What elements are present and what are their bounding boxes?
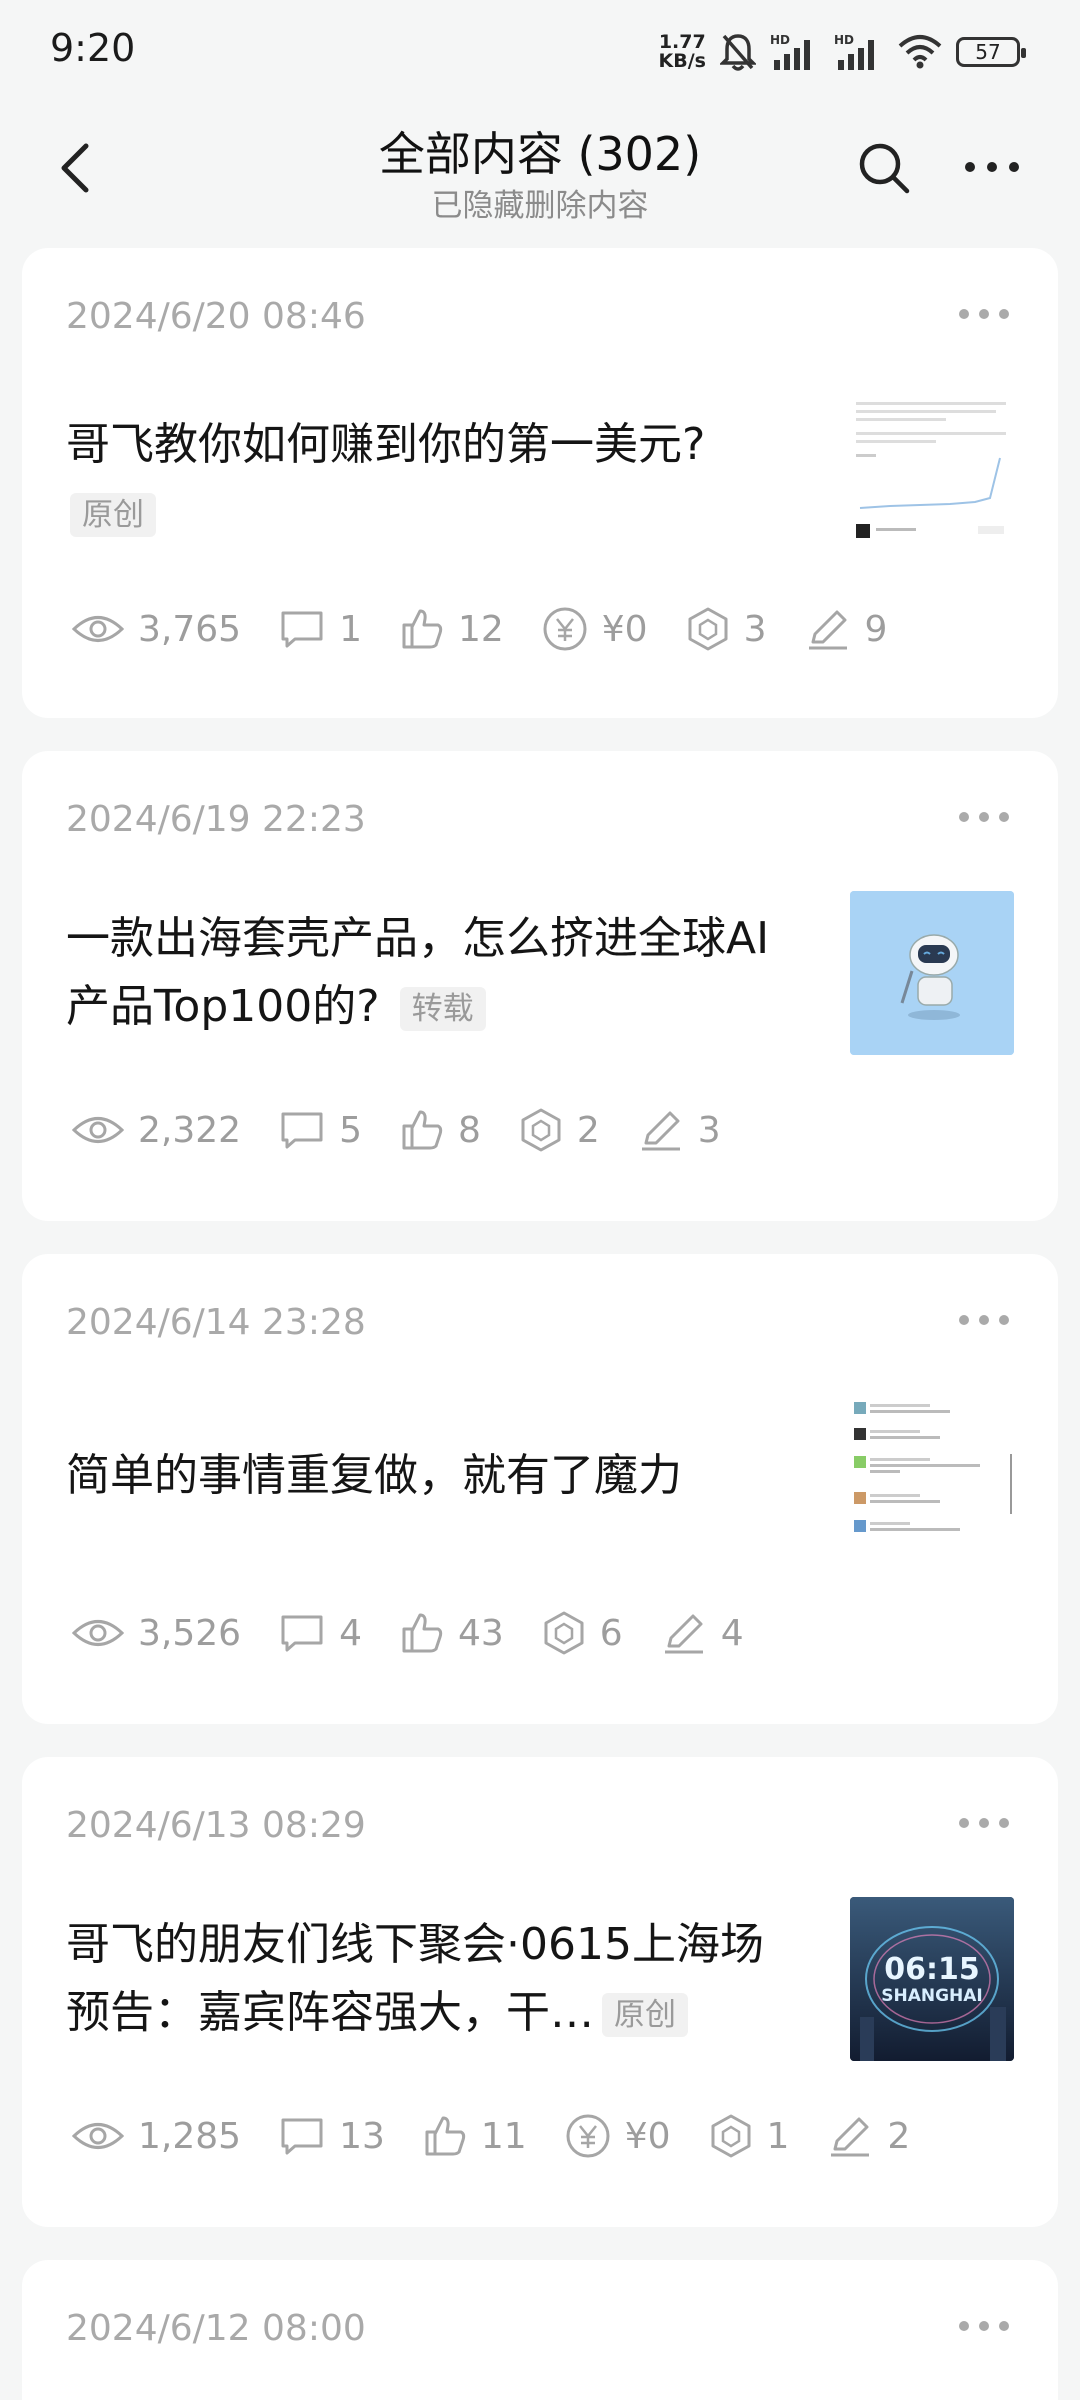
- content-card[interactable]: 2024/6/14 23:28 简单的事情重复做，就有了魔力 3,526 4 4…: [22, 1254, 1058, 1724]
- stat-likes[interactable]: 12: [400, 607, 504, 651]
- stat-views: 1,285: [72, 2116, 241, 2157]
- card-title[interactable]: 简单的事情重复做，就有了魔力: [66, 1442, 786, 1510]
- stat-earnings[interactable]: ¥0: [542, 606, 648, 652]
- card-date: 2024/6/12 08:00: [66, 2308, 366, 2349]
- content-card[interactable]: 2024/6/19 22:23 一款出海套壳产品，怎么挤进全球AI产品Top10…: [22, 751, 1058, 1221]
- stat-views: 3,765: [72, 609, 241, 650]
- original-tag: 原创: [70, 493, 156, 537]
- article-thumbnail[interactable]: 06:15 SHANGHAI: [850, 1897, 1014, 2061]
- pencil-icon: [664, 1614, 703, 1654]
- pencil-icon: [641, 1111, 680, 1151]
- stat-likes[interactable]: 11: [423, 2114, 527, 2158]
- card-stats: 1,285 13 11 ¥0 1 2: [72, 2113, 948, 2159]
- more-options-icon[interactable]: [962, 152, 1022, 182]
- stat-comments[interactable]: 5: [279, 1110, 362, 1151]
- card-more-icon[interactable]: [956, 809, 1012, 825]
- content-card[interactable]: 2024/6/20 08:46 哥飞教你如何赚到你的第一美元? 原创 3,765…: [22, 248, 1058, 718]
- stat-shares[interactable]: 3: [686, 606, 767, 652]
- network-speed: 1.77 KB/s: [658, 31, 706, 72]
- pencil-icon: [808, 610, 847, 650]
- share-hexagon-icon: [688, 607, 728, 651]
- content-card[interactable]: 2024/6/13 08:29 哥飞的朋友们线下聚会·0615上海场预告：嘉宾阵…: [22, 1757, 1058, 2227]
- stat-comments[interactable]: 4: [279, 1613, 362, 1654]
- status-bar: 9:20 1.77 KB/s HD HD 57: [0, 0, 1080, 100]
- status-time: 9:20: [50, 26, 136, 70]
- signal-hd-icon-2: HD: [834, 33, 874, 70]
- eye-icon: [72, 1117, 124, 1143]
- bell-muted-icon: [720, 34, 756, 71]
- wifi-icon: [898, 35, 942, 69]
- article-thumbnail[interactable]: [850, 388, 1014, 552]
- stat-views: 3,526: [72, 1613, 241, 1654]
- yuan-coin-icon: [566, 2114, 610, 2158]
- signal-hd-icon-1: HD: [770, 33, 810, 70]
- stat-edits[interactable]: 4: [661, 1610, 744, 1656]
- app-header: 全部内容 (302) 已隐藏删除内容: [0, 100, 1080, 240]
- screenshot-thumbnail-image: [850, 388, 1014, 552]
- stat-shares[interactable]: 1: [709, 2113, 789, 2159]
- svg-text:HD: HD: [834, 33, 854, 47]
- card-more-icon[interactable]: [956, 306, 1012, 322]
- page-title: 全部内容 (302): [378, 127, 702, 181]
- stat-likes[interactable]: 43: [400, 1611, 504, 1655]
- card-date: 2024/6/20 08:46: [66, 296, 366, 337]
- thumbs-up-icon: [402, 609, 443, 649]
- chat-thumbnail-image: [850, 1394, 1014, 1558]
- eye-icon: [72, 1620, 124, 1646]
- content-card[interactable]: 2024/6/12 08:00: [22, 2260, 1058, 2400]
- svg-text:HD: HD: [770, 33, 790, 47]
- thumbs-up-icon: [402, 1613, 443, 1653]
- svg-text:06:15: 06:15: [884, 1952, 980, 1987]
- page-subtitle: 已隐藏删除内容: [431, 188, 649, 224]
- comment-icon: [281, 611, 323, 648]
- thumbs-up-icon: [402, 1110, 443, 1150]
- battery-icon: 57: [956, 37, 1026, 67]
- card-date: 2024/6/19 22:23: [66, 799, 366, 840]
- card-date: 2024/6/13 08:29: [66, 1805, 366, 1846]
- comment-icon: [281, 1615, 323, 1652]
- status-icons: 1.77 KB/s HD HD 57: [658, 28, 1026, 76]
- comment-icon: [281, 1112, 323, 1149]
- eye-icon: [72, 2123, 124, 2149]
- original-tag: 原创: [602, 1993, 688, 2037]
- stat-comments[interactable]: 1: [279, 609, 362, 650]
- card-date: 2024/6/14 23:28: [66, 1302, 366, 1343]
- stat-shares[interactable]: 6: [542, 1610, 623, 1656]
- stat-edits[interactable]: 2: [827, 2113, 910, 2159]
- eye-icon: [72, 616, 124, 642]
- card-more-icon[interactable]: [956, 2318, 1012, 2334]
- shanghai-thumbnail-image: 06:15 SHANGHAI: [850, 1897, 1014, 2061]
- share-hexagon-icon: [544, 1611, 584, 1655]
- card-title[interactable]: 哥飞教你如何赚到你的第一美元? 原创: [66, 411, 786, 547]
- pencil-icon: [831, 2117, 870, 2157]
- article-thumbnail[interactable]: [850, 891, 1014, 1055]
- comment-icon: [281, 2118, 323, 2155]
- robot-thumbnail-image: [850, 891, 1014, 1055]
- stat-shares[interactable]: 2: [519, 1107, 600, 1153]
- yuan-coin-icon: [543, 607, 587, 651]
- card-title[interactable]: 哥飞的朋友们线下聚会·0615上海场预告：嘉宾阵容强大，干… 原创: [66, 1911, 806, 2047]
- stat-comments[interactable]: 13: [279, 2116, 385, 2157]
- card-stats: 3,526 4 43 6 4: [72, 1610, 782, 1656]
- article-thumbnail[interactable]: [850, 1394, 1014, 1558]
- search-icon[interactable]: [856, 140, 912, 196]
- stat-edits[interactable]: 9: [805, 606, 887, 652]
- card-stats: 3,765 1 12 ¥0 3 9: [72, 606, 925, 652]
- card-more-icon[interactable]: [956, 1815, 1012, 1831]
- share-hexagon-icon: [711, 2114, 750, 2158]
- thumbs-up-icon: [425, 2116, 466, 2156]
- stat-earnings[interactable]: ¥0: [565, 2113, 671, 2159]
- svg-text:SHANGHAI: SHANGHAI: [881, 1986, 983, 2006]
- card-title[interactable]: 一款出海套壳产品，怎么挤进全球AI产品Top100的? 转载: [66, 905, 786, 1041]
- repost-tag: 转载: [399, 987, 486, 1031]
- stat-likes[interactable]: 8: [400, 1108, 481, 1152]
- share-hexagon-icon: [521, 1108, 561, 1152]
- stat-edits[interactable]: 3: [638, 1107, 721, 1153]
- card-more-icon[interactable]: [956, 1312, 1012, 1328]
- stat-views: 2,322: [72, 1110, 241, 1151]
- card-stats: 2,322 5 8 2 3: [72, 1107, 759, 1153]
